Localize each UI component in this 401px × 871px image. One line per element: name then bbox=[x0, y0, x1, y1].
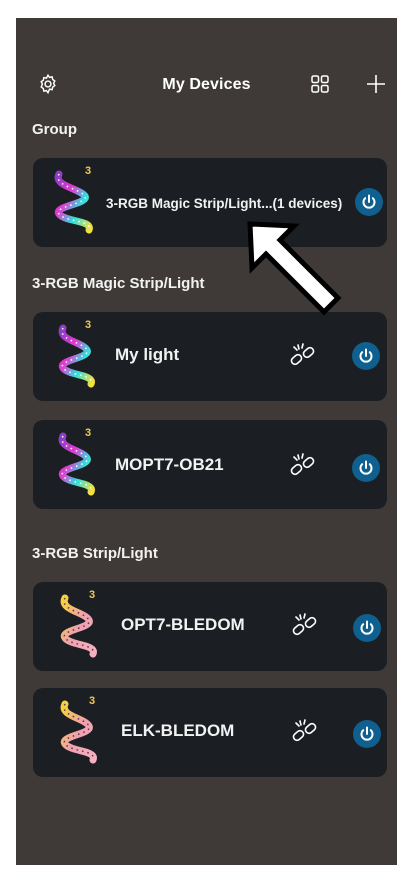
rgb-strip-icon bbox=[60, 700, 97, 764]
rgb-strip-icon bbox=[60, 594, 97, 658]
page-title: My Devices bbox=[162, 76, 251, 93]
section-title-magic-strip: 3-RGB Magic Strip/Light bbox=[32, 275, 205, 292]
magic-strip-icon bbox=[54, 170, 93, 234]
connect-button[interactable] bbox=[289, 716, 321, 748]
device-name: MOPT7-OB21 bbox=[115, 455, 224, 474]
device-name: ELK-BLEDOM bbox=[121, 721, 235, 740]
channel-badge: 3 bbox=[85, 319, 92, 331]
device-power-button[interactable] bbox=[353, 614, 381, 642]
device-card[interactable]: 3 MOPT7-OB21 bbox=[33, 420, 387, 509]
device-card[interactable]: 3 ELK-BLEDOM bbox=[33, 688, 387, 777]
add-device-button[interactable] bbox=[362, 70, 390, 98]
group-name: 3-RGB Magic Strip/Light...(1 devices) bbox=[106, 196, 343, 211]
app-screen: My Devices Group 3 3-RGB Magic Strip/Lig… bbox=[16, 18, 397, 865]
device-name: My light bbox=[115, 345, 180, 364]
channel-badge: 3 bbox=[85, 427, 92, 439]
power-icon bbox=[362, 194, 376, 209]
connect-button[interactable] bbox=[287, 450, 319, 482]
grid-icon bbox=[311, 75, 329, 93]
power-icon bbox=[359, 460, 373, 475]
power-icon bbox=[360, 726, 374, 741]
group-card[interactable]: 3 3-RGB Magic Strip/Light...(1 devices) bbox=[33, 158, 387, 247]
device-card[interactable]: 3 OPT7-BLEDOM bbox=[33, 582, 387, 671]
power-icon bbox=[360, 620, 374, 635]
top-bar: My Devices bbox=[16, 70, 397, 106]
broken-link-icon bbox=[290, 343, 315, 366]
magic-strip-icon bbox=[58, 432, 95, 496]
section-title-group: Group bbox=[32, 121, 77, 138]
device-power-button[interactable] bbox=[353, 720, 381, 748]
broken-link-icon bbox=[292, 613, 317, 636]
channel-badge: 3 bbox=[89, 695, 96, 707]
connect-button[interactable] bbox=[287, 340, 319, 372]
layout-grid-button[interactable] bbox=[306, 70, 334, 98]
device-power-button[interactable] bbox=[352, 342, 380, 370]
channel-badge: 3 bbox=[89, 589, 96, 601]
broken-link-icon bbox=[292, 719, 317, 742]
group-power-button[interactable] bbox=[355, 188, 383, 216]
power-icon bbox=[359, 348, 373, 363]
channel-badge: 3 bbox=[85, 165, 92, 177]
connect-button[interactable] bbox=[289, 610, 321, 642]
device-card[interactable]: 3 My light bbox=[33, 312, 387, 401]
broken-link-icon bbox=[290, 453, 315, 476]
section-title-rgb-strip: 3-RGB Strip/Light bbox=[32, 545, 158, 562]
magic-strip-icon bbox=[58, 324, 95, 388]
device-power-button[interactable] bbox=[352, 454, 380, 482]
plus-icon bbox=[367, 75, 385, 93]
device-name: OPT7-BLEDOM bbox=[121, 615, 245, 634]
